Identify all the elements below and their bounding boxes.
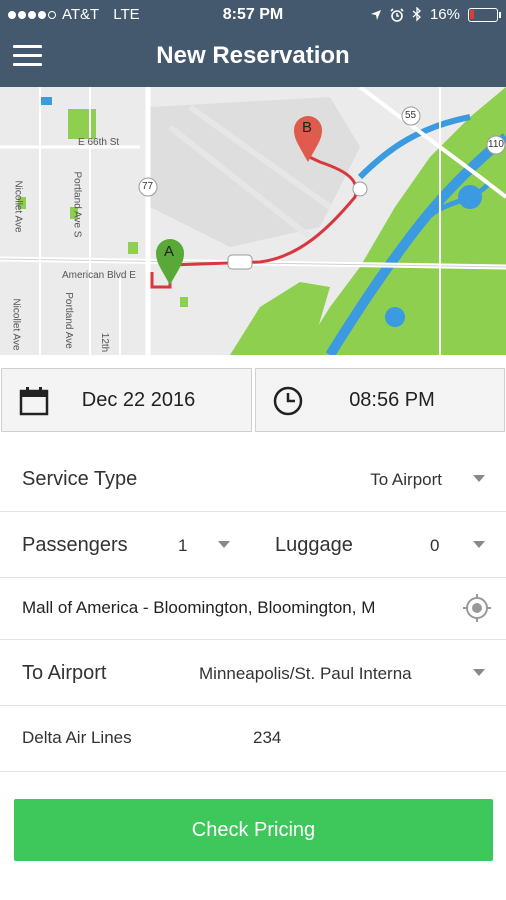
highway-shield-label: 110 — [488, 139, 504, 150]
bluetooth-icon — [412, 7, 421, 22]
passengers-luggage-row: Passengers 1 Luggage 0 — [0, 512, 506, 578]
top-bar: AT&T LTE 8:57 PM 16% New Reservation — [0, 0, 506, 87]
datetime-row: Dec 22 2016 08:56 PM — [0, 368, 506, 434]
marker-a[interactable]: A — [164, 243, 174, 260]
calendar-icon — [19, 387, 49, 416]
luggage-label: Luggage — [275, 534, 353, 556]
chevron-down-icon — [473, 669, 485, 676]
pickup-address-field[interactable]: Mall of America - Bloomington, Bloomingt… — [22, 598, 432, 618]
airline-field[interactable]: Delta Air Lines — [22, 728, 132, 748]
map-street-label: American Blvd E — [62, 270, 136, 281]
alarm-icon — [390, 7, 404, 22]
chevron-down-icon — [473, 475, 485, 482]
service-type-label: Service Type — [22, 468, 138, 490]
status-bar: AT&T LTE 8:57 PM 16% — [0, 0, 506, 30]
flight-row: Delta Air Lines 234 — [0, 706, 506, 772]
route-map[interactable]: E 66th St Nicollet Ave Portland Ave S Po… — [0, 87, 506, 355]
location-arrow-icon — [370, 9, 381, 20]
target-icon[interactable] — [462, 593, 492, 623]
to-airport-row[interactable]: To Airport Minneapolis/St. Paul Interna — [0, 640, 506, 706]
date-picker-button[interactable]: Dec 22 2016 — [1, 368, 252, 432]
passengers-chevron-down-icon[interactable] — [218, 541, 230, 548]
battery-fill — [470, 9, 474, 19]
page-title: New Reservation — [156, 42, 350, 69]
time-picker-button[interactable]: 08:56 PM — [255, 368, 505, 432]
pickup-address-row[interactable]: Mall of America - Bloomington, Bloomingt… — [0, 578, 506, 640]
check-pricing-button[interactable]: Check Pricing — [14, 799, 493, 861]
map-street-label: Nicollet Ave — [12, 180, 24, 233]
map-street-label: Nicollet Ave — [10, 298, 22, 351]
luggage-chevron-down-icon[interactable] — [473, 541, 485, 548]
highway-shield-label: 55 — [405, 110, 417, 121]
battery-icon — [468, 7, 501, 22]
marker-b[interactable]: B — [302, 119, 312, 136]
passengers-value[interactable]: 1 — [178, 536, 187, 556]
clock-icon — [273, 386, 303, 416]
passengers-label: Passengers — [22, 534, 128, 556]
map-street-label: Portland Ave — [62, 292, 74, 349]
map-street-label: Portland Ave S — [71, 171, 83, 238]
airport-value[interactable]: Minneapolis/St. Paul Interna — [199, 664, 443, 684]
map-street-label: 12th — [99, 332, 111, 353]
battery-percent: 16% — [429, 6, 460, 23]
map-street-label: E 66th St — [78, 137, 120, 148]
highway-shield-label: 77 — [142, 181, 154, 192]
service-type-row[interactable]: Service Type To Airport — [0, 446, 506, 512]
flight-number-field[interactable]: 234 — [253, 728, 281, 748]
service-type-value[interactable]: To Airport — [370, 470, 442, 490]
to-airport-label: To Airport — [22, 662, 107, 684]
status-right: 16% — [370, 6, 501, 23]
luggage-value[interactable]: 0 — [430, 536, 439, 556]
